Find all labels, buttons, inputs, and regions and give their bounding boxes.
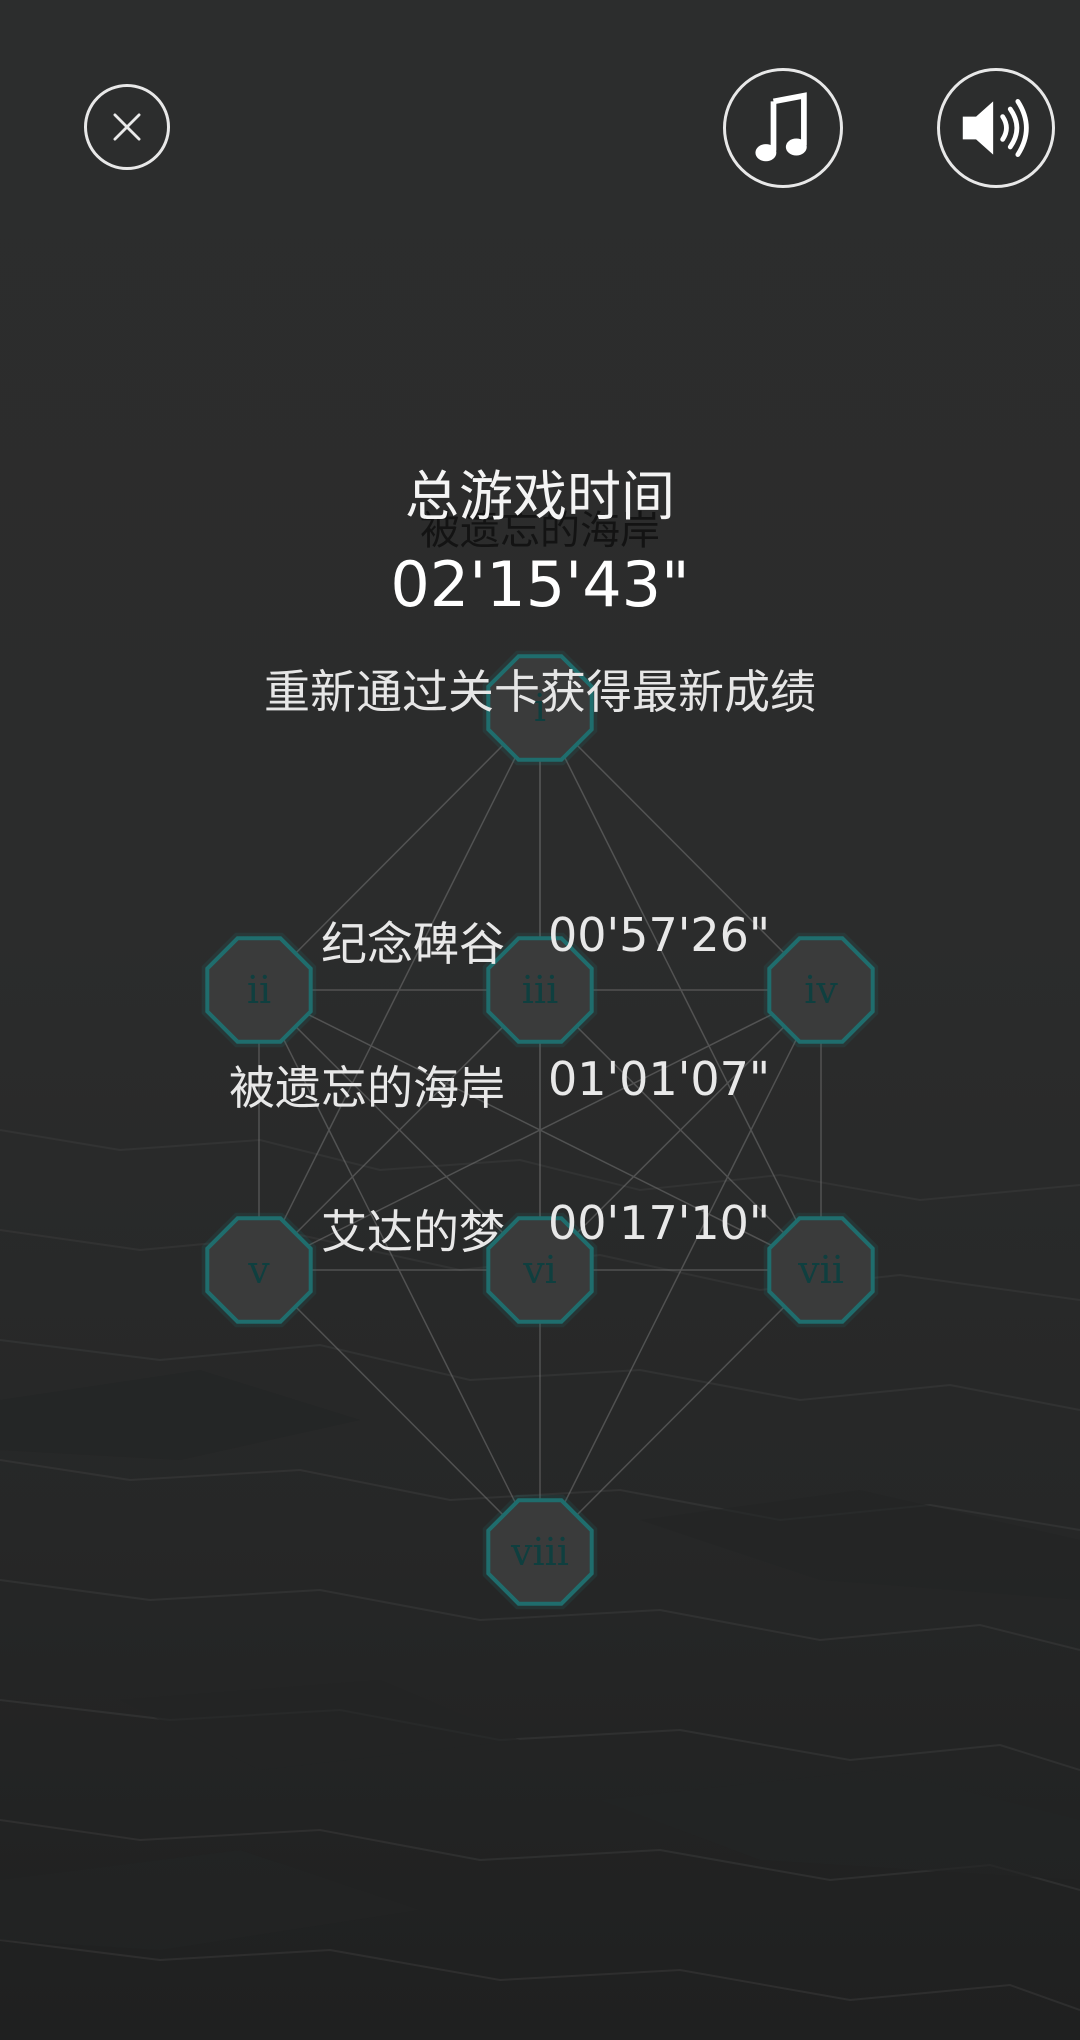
level-node-viii[interactable]: viii bbox=[482, 1494, 598, 1610]
level-name: 艾达的梦 bbox=[321, 1205, 505, 1259]
total-time-value: 02'15'43" bbox=[390, 548, 690, 621]
close-button[interactable] bbox=[84, 84, 170, 170]
node-label: iii bbox=[522, 968, 558, 1012]
total-time-label: 总游戏时间 bbox=[405, 465, 675, 528]
close-icon bbox=[113, 113, 141, 141]
node-label: viii bbox=[510, 1530, 569, 1574]
level-name: 纪念碑谷 bbox=[321, 917, 505, 971]
level-time-row: 被遗忘的海岸 01'01'07" bbox=[0, 1052, 1080, 1115]
music-note-icon bbox=[755, 92, 807, 162]
speaker-icon bbox=[962, 99, 1029, 157]
level-time: 01'01'07" bbox=[548, 1052, 771, 1106]
level-time: 00'17'10" bbox=[548, 1196, 771, 1250]
level-map: iii iii ivv vi viiviii bbox=[201, 650, 879, 1610]
map-edge bbox=[539, 1269, 822, 1553]
replay-hint: 重新通过关卡获得最新成绩 bbox=[264, 665, 816, 719]
node-label: iv bbox=[804, 968, 838, 1012]
sound-toggle-button[interactable] bbox=[937, 68, 1055, 188]
level-time: 00'57'26" bbox=[548, 908, 771, 962]
map-edge bbox=[258, 1269, 541, 1553]
level-name: 被遗忘的海岸 bbox=[229, 1061, 505, 1115]
level-time-row: 艾达的梦 00'17'10" bbox=[0, 1196, 1080, 1259]
music-toggle-button[interactable] bbox=[723, 68, 843, 188]
level-time-row: 纪念碑谷 00'57'26" bbox=[0, 908, 1080, 971]
node-label: ii bbox=[247, 968, 271, 1012]
